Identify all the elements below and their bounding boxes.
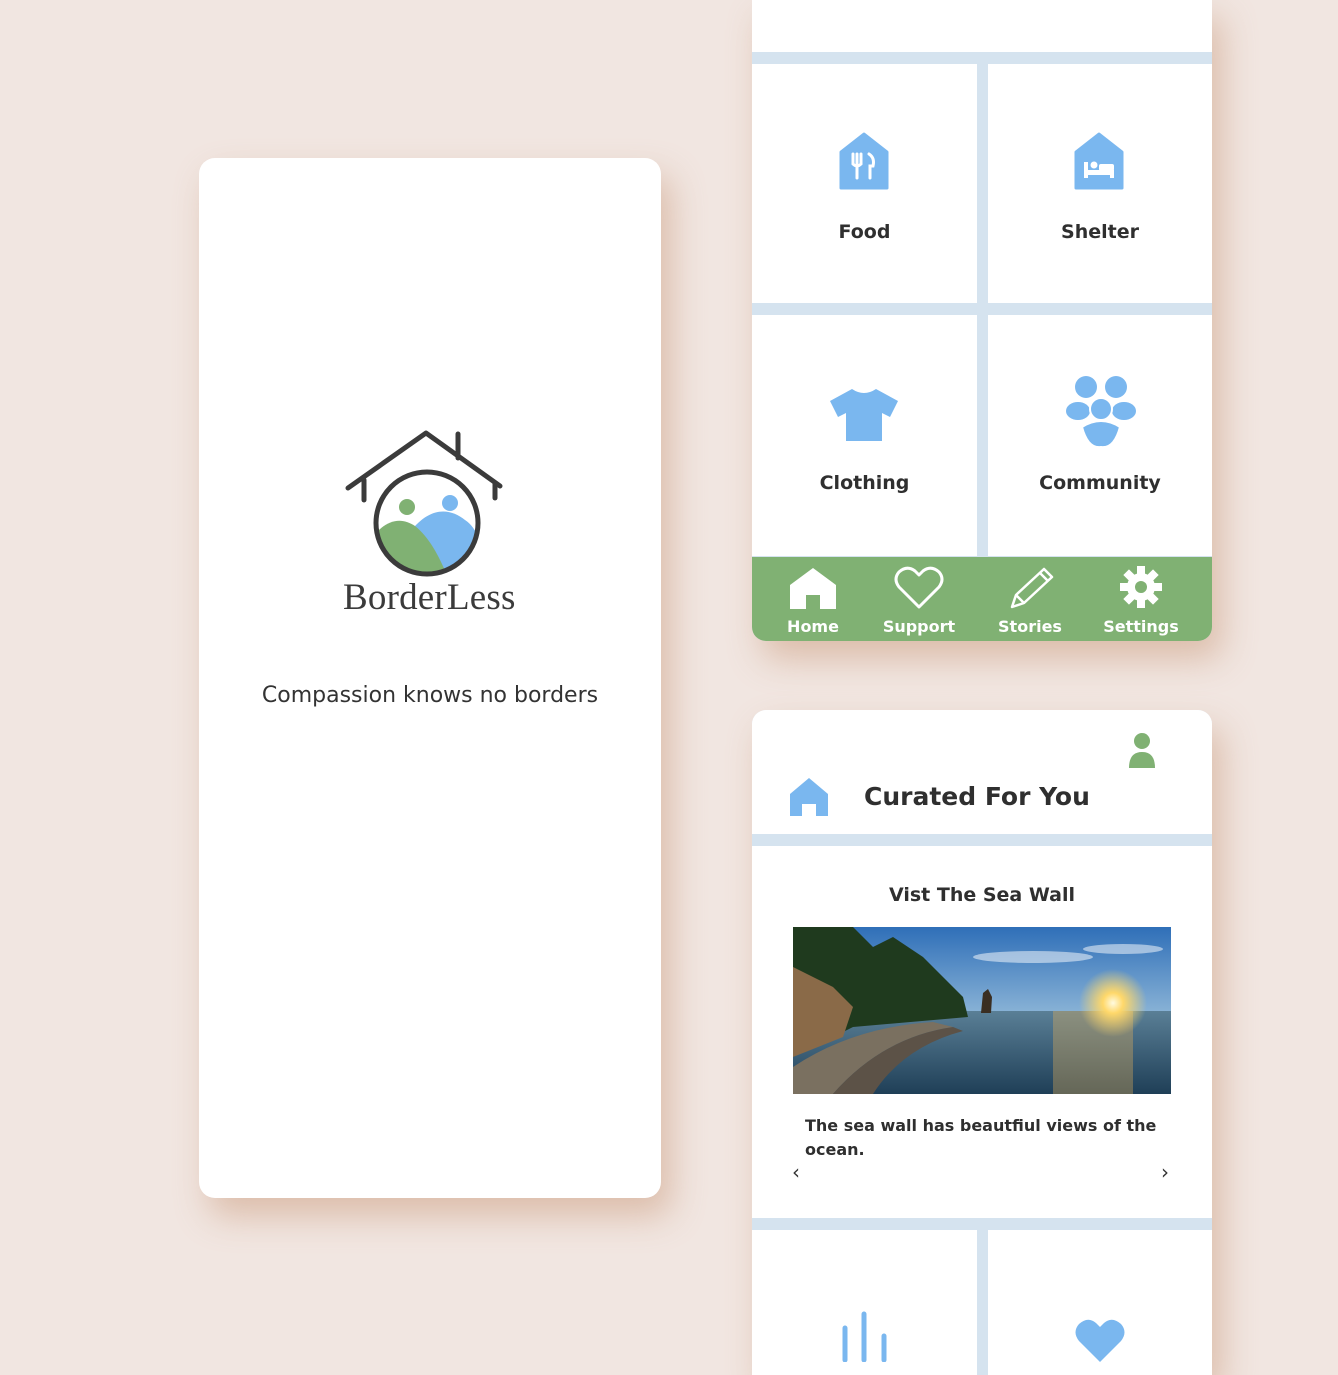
bar-chart-icon <box>840 1310 890 1367</box>
category-tile-food[interactable]: Food <box>752 64 977 303</box>
nav-support-label: Support <box>882 617 956 636</box>
sea-wall-photo <box>793 927 1171 1094</box>
community-people-icon <box>1064 375 1138 454</box>
story-description: The sea wall has beautfiul views of the … <box>805 1116 1157 1159</box>
tshirt-icon <box>828 387 900 448</box>
food-house-icon <box>837 132 891 195</box>
nav-stories-label: Stories <box>998 617 1062 636</box>
categories-panel: Food Shelter Clothing Community Home Sup… <box>752 0 1212 641</box>
user-profile-icon[interactable] <box>1127 732 1157 775</box>
category-label: Food <box>838 221 891 243</box>
nav-home-label: Home <box>787 617 839 636</box>
category-tile-clothing[interactable]: Clothing <box>752 315 977 556</box>
carousel-prev-button[interactable]: ‹ <box>792 1160 800 1184</box>
bottom-nav-bar: Home Support Stories Settings <box>752 557 1212 641</box>
gear-icon <box>1120 566 1162 608</box>
story-card: Vist The Sea Wall The sea wall has beaut… <box>752 846 1212 1218</box>
curated-panel: Curated For You Vist The Sea Wall The se… <box>752 710 1212 1375</box>
story-title: Vist The Sea Wall <box>888 884 1075 906</box>
shelter-house-icon <box>1072 132 1126 195</box>
nav-home[interactable]: Home <box>758 557 868 641</box>
heart-outline-icon <box>894 566 944 609</box>
nav-settings-label: Settings <box>1103 617 1179 636</box>
brand-name: BorderLess <box>343 577 516 618</box>
borderless-logo-icon <box>340 428 510 583</box>
nav-settings[interactable]: Settings <box>1086 557 1196 641</box>
splash-screen <box>199 158 661 1198</box>
category-tile-shelter[interactable]: Shelter <box>988 64 1212 303</box>
carousel-next-button[interactable]: › <box>1161 1160 1169 1184</box>
home-icon <box>790 568 836 609</box>
home-icon[interactable] <box>788 776 830 823</box>
top-tile-strip <box>752 0 1212 52</box>
nav-stories[interactable]: Stories <box>975 557 1085 641</box>
curated-header: Curated For You <box>752 710 1212 834</box>
heart-icon <box>1074 1318 1126 1369</box>
tile-favorites[interactable] <box>988 1230 1212 1375</box>
pencil-icon <box>1010 567 1054 609</box>
category-label: Community <box>1039 472 1161 494</box>
category-label: Clothing <box>819 472 910 494</box>
tile-stats[interactable] <box>752 1230 977 1375</box>
nav-support[interactable]: Support <box>864 557 974 641</box>
page-title: Curated For You <box>864 782 1090 811</box>
category-label: Shelter <box>1061 221 1139 243</box>
category-tile-community[interactable]: Community <box>988 315 1212 556</box>
tagline: Compassion knows no borders <box>261 683 599 708</box>
